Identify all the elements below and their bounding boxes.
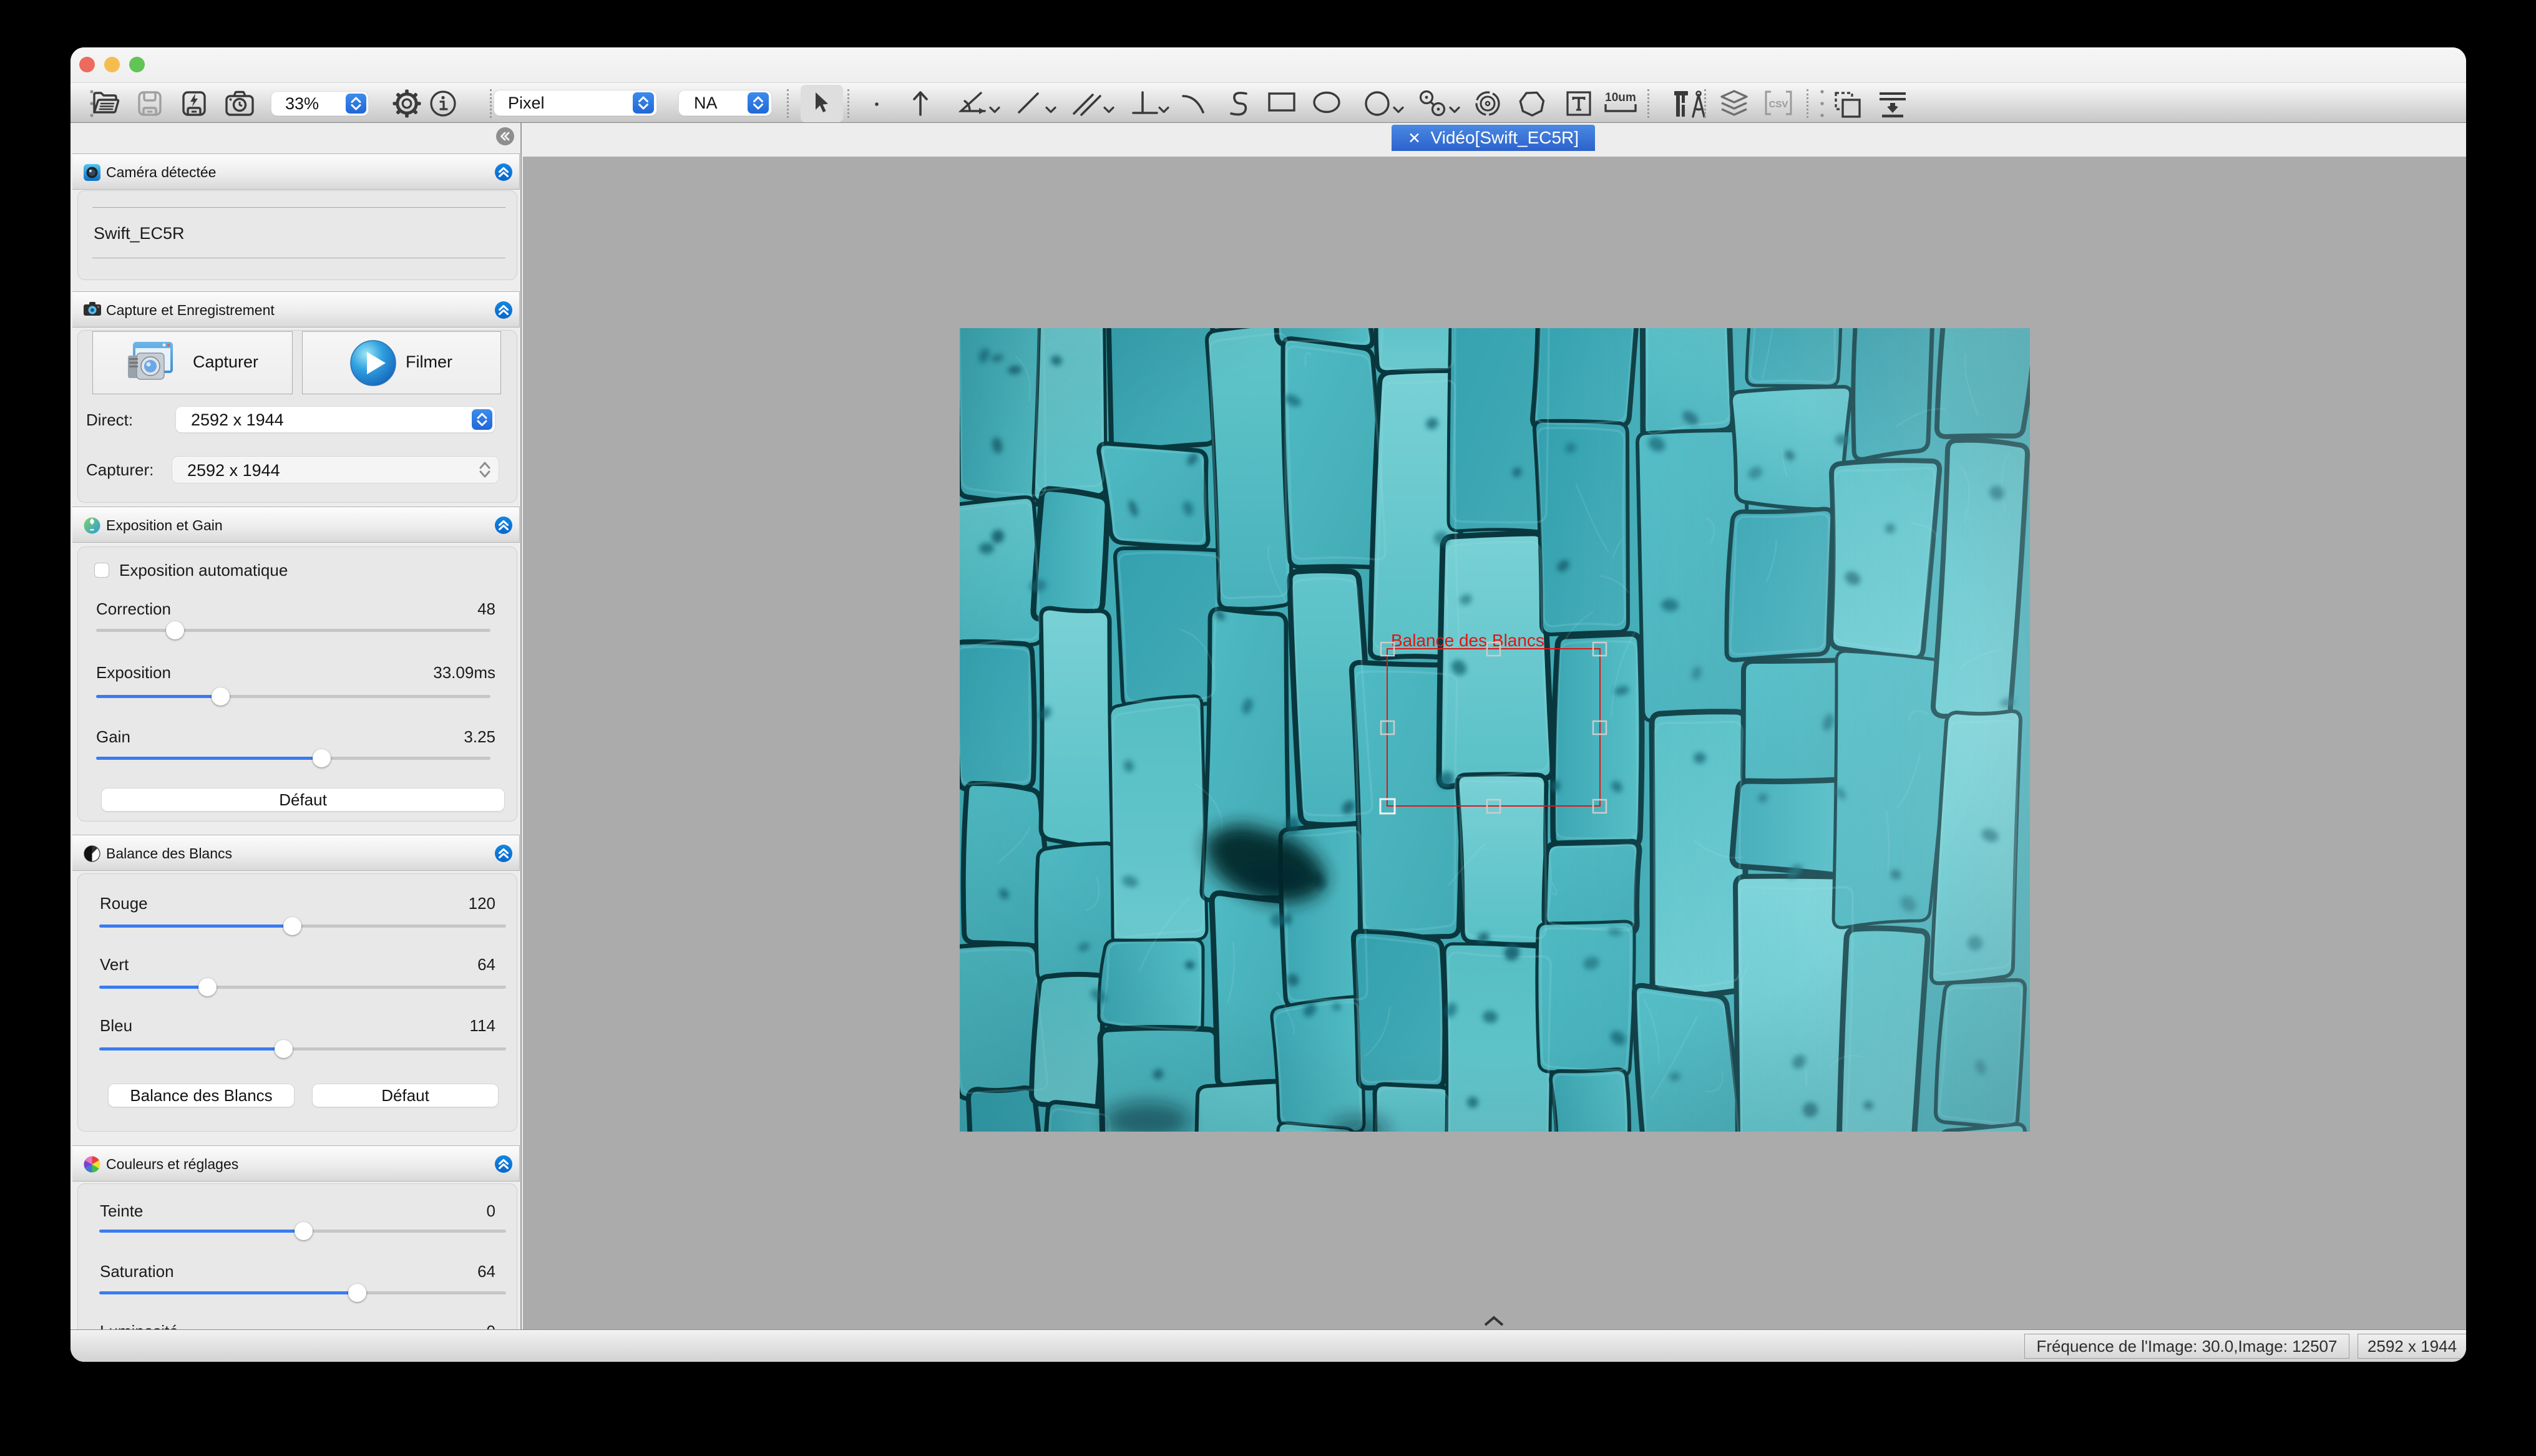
- svg-text:CSV: CSV: [1769, 99, 1788, 110]
- svg-text:Balance des Blancs: Balance des Blancs: [1391, 631, 1544, 650]
- svg-text:10um: 10um: [1605, 91, 1636, 104]
